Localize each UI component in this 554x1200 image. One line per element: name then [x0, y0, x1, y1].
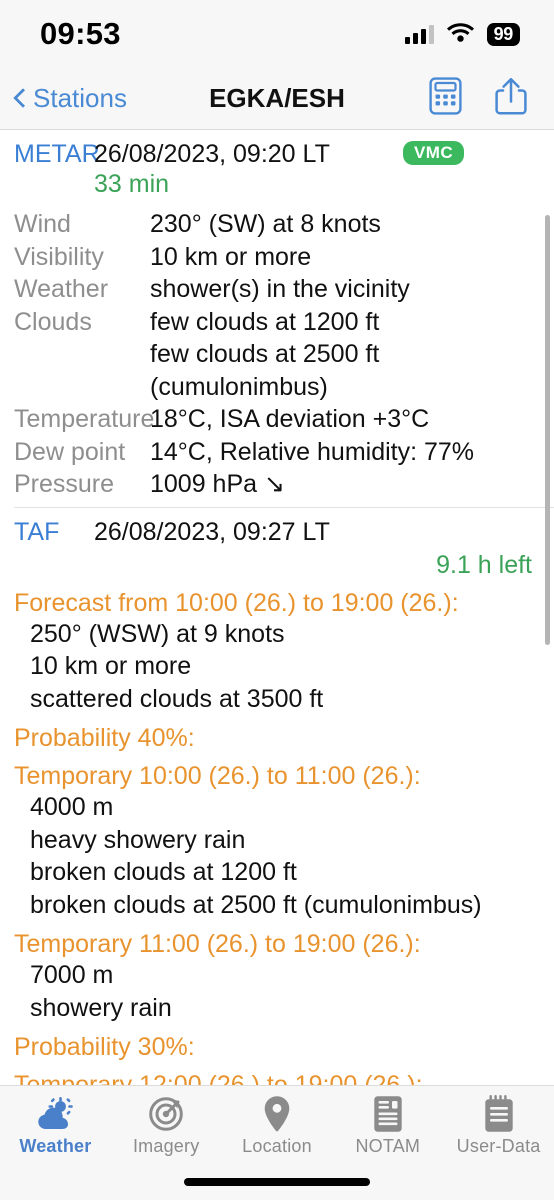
vertical-scrollbar[interactable]	[545, 215, 550, 645]
row-label: Pressure	[14, 470, 115, 498]
row-label: Wind	[14, 210, 71, 238]
row-label: Dew point	[14, 437, 126, 466]
row-value: 1009 hPa ↘	[150, 470, 285, 498]
row-value: 18°C, ISA deviation +3°C	[150, 405, 430, 433]
tab-label: NOTAM	[355, 1136, 421, 1156]
row-value: 10 km or more	[150, 242, 312, 271]
taf-section: TAF 26/08/2023, 09:27 LT 9.1 h left Fore…	[0, 508, 554, 1086]
taf-header: TAF 26/08/2023, 09:27 LT	[0, 508, 554, 547]
tab-label: Location	[242, 1136, 312, 1156]
taf-line: 7000 m	[30, 961, 114, 989]
metar-header: METAR 26/08/2023, 09:20 LT VMC	[0, 130, 554, 169]
back-button[interactable]: Stations	[0, 83, 127, 114]
taf-block-heading: Temporary 10:00 (26.) to 11:00 (26.):	[14, 762, 421, 790]
row-value-secondary: few clouds at 2500 ft (cumulonimbus)	[150, 340, 380, 401]
taf-line: 10 km or more	[30, 652, 192, 680]
taf-line: 250° (WSW) at 9 knots	[30, 619, 285, 648]
nav-actions	[429, 76, 554, 121]
row-label: Clouds	[14, 307, 92, 336]
radar-target-icon	[148, 1095, 184, 1133]
taf-probability: Probability 40%:	[14, 724, 195, 752]
taf-line: broken clouds at 2500 ft (cumulonimbus)	[30, 890, 482, 919]
taf-time-left: 9.1 h left	[436, 550, 532, 579]
tab-label: Weather	[19, 1136, 92, 1156]
metar-tag: METAR	[14, 140, 100, 168]
table-row: Clouds few clouds at 1200 ft few clouds …	[0, 306, 554, 404]
calculator-icon[interactable]	[429, 77, 462, 120]
taf-line: showery rain	[30, 993, 172, 1022]
table-row: Weather shower(s) in the vicinity	[0, 273, 554, 306]
cellular-signal-icon	[404, 24, 434, 44]
row-value-group: few clouds at 1200 ft few clouds at 2500…	[150, 306, 540, 404]
weather-scroll-content[interactable]: METAR 26/08/2023, 09:20 LT VMC 33 min Wi…	[0, 130, 554, 1085]
metar-rows: Wind 230° (SW) at 8 knots Visibility 10 …	[0, 199, 554, 501]
taf-block-lines: 7000 m showery rain	[0, 959, 554, 1024]
taf-line: heavy showery rain	[30, 825, 246, 854]
map-pin-icon	[263, 1095, 291, 1133]
tab-weather[interactable]: Weather	[0, 1086, 111, 1166]
row-label: Weather	[14, 275, 109, 303]
row-label: Temperature	[14, 405, 155, 433]
home-indicator	[184, 1178, 370, 1186]
navigation-bar: Stations EGKA/ESH	[0, 68, 554, 130]
battery-indicator: 99	[486, 22, 520, 46]
back-button-label: Stations	[33, 83, 127, 113]
taf-timestamp: 26/08/2023, 09:27 LT	[94, 517, 330, 546]
chevron-left-icon	[13, 88, 26, 110]
taf-block-heading: Temporary 11:00 (26.) to 19:00 (26.):	[14, 930, 421, 958]
taf-tag: TAF	[14, 517, 60, 546]
row-value: shower(s) in the vicinity	[150, 275, 410, 303]
clipboard-icon	[484, 1095, 514, 1133]
taf-block-lines: 250° (WSW) at 9 knots 10 km or more scat…	[0, 618, 554, 716]
taf-probability: Probability 30%:	[14, 1033, 195, 1061]
tab-label: User-Data	[456, 1136, 541, 1156]
tab-bar: Weather Imagery Location NOTAM User-Data	[0, 1085, 554, 1200]
row-value: few clouds at 1200 ft	[150, 307, 380, 336]
row-value: 230° (SW) at 8 knots	[150, 210, 381, 238]
tab-location[interactable]: Location	[222, 1086, 333, 1166]
status-bar-indicators: 99	[404, 22, 520, 47]
taf-line: broken clouds at 1200 ft	[30, 858, 297, 886]
status-bar: 09:53 99	[0, 0, 554, 68]
metar-age: 33 min	[94, 170, 170, 198]
sun-cloud-icon	[35, 1095, 75, 1133]
taf-block-lines: 4000 m heavy showery rain broken clouds …	[0, 791, 554, 921]
taf-line: scattered clouds at 3500 ft	[30, 684, 324, 713]
metar-section: METAR 26/08/2023, 09:20 LT VMC 33 min Wi…	[0, 130, 554, 501]
wifi-icon	[446, 22, 474, 47]
document-icon	[373, 1095, 403, 1133]
share-icon[interactable]	[494, 76, 528, 121]
row-value: 14°C, Relative humidity: 77%	[150, 437, 475, 466]
taf-block-heading: Forecast from 10:00 (26.) to 19:00 (26.)…	[14, 588, 459, 617]
tab-imagery[interactable]: Imagery	[111, 1086, 222, 1166]
status-badge: VMC	[403, 141, 464, 165]
table-row: Visibility 10 km or more	[0, 241, 554, 274]
table-row: Wind 230° (SW) at 8 knots	[0, 208, 554, 241]
tab-user-data[interactable]: User-Data	[443, 1086, 554, 1166]
taf-block-heading: Temporary 12:00 (26.) to 19:00 (26.):	[14, 1071, 423, 1085]
tab-label: Imagery	[132, 1136, 200, 1156]
table-row: Temperature 18°C, ISA deviation +3°C	[0, 403, 554, 436]
status-bar-time: 09:53	[40, 16, 121, 51]
row-label: Visibility	[14, 242, 104, 271]
table-row: Pressure 1009 hPa ↘	[0, 468, 554, 501]
table-row: Dew point 14°C, Relative humidity: 77%	[0, 436, 554, 469]
metar-timestamp: 26/08/2023, 09:20 LT	[94, 140, 330, 168]
taf-line: 4000 m	[30, 793, 114, 821]
tab-notam[interactable]: NOTAM	[332, 1086, 443, 1166]
